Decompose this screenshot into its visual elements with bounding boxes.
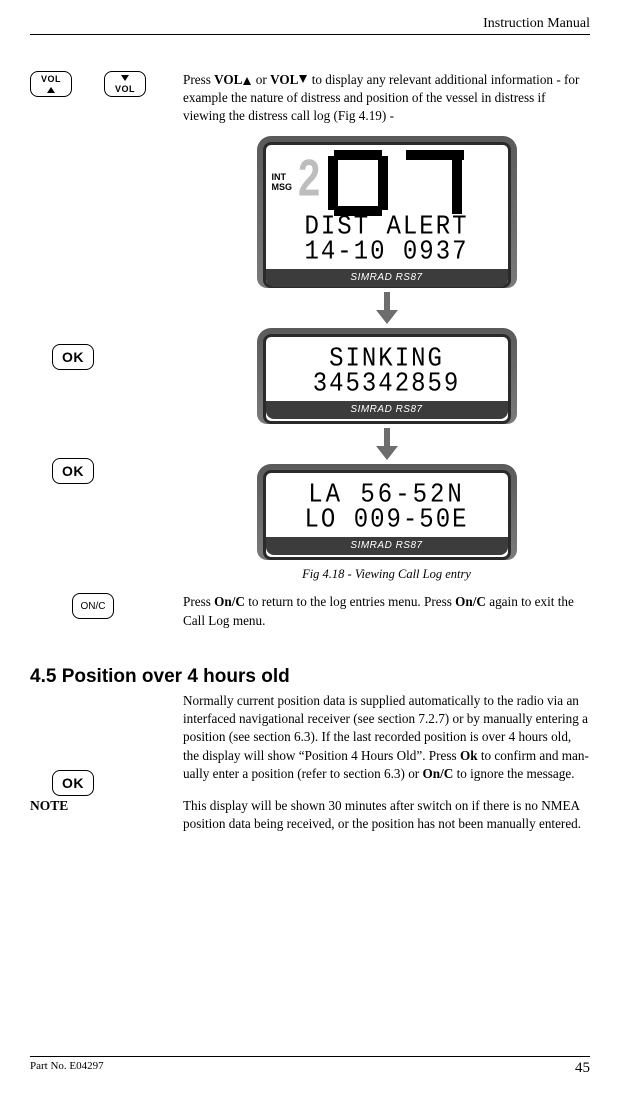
note-text: This display will be shown 30 minutes af… [183, 797, 590, 833]
lcd-screen-3: LA 56-52N LO 009-50E SIMRAD RS87 [257, 464, 517, 560]
figure-caption: Fig 4.18 - Viewing Call Log entry [302, 566, 471, 583]
ok-button[interactable]: OK [52, 458, 94, 484]
onc-paragraph: Press On/C to return to the log entries … [183, 593, 590, 629]
page: Instruction Manual VOL VOL Press VOL or … [0, 0, 620, 1095]
bold-onc: On/C [214, 594, 245, 609]
triangle-up-icon [243, 77, 251, 85]
page-footer: Part No. E04297 45 [30, 1056, 590, 1077]
bold-onc: On/C [455, 594, 486, 609]
section-heading: 4.5 Position over 4 hours old [30, 666, 590, 688]
triangle-up-icon [47, 87, 55, 93]
text: to return to the log entries menu. Press [245, 594, 455, 609]
onc-button[interactable]: ON/C [72, 593, 114, 619]
part-number: Part No. E04297 [30, 1060, 104, 1077]
triangle-down-icon [299, 75, 307, 83]
triangle-down-icon [121, 75, 129, 81]
text: or [252, 72, 270, 87]
ok-button[interactable]: OK [52, 344, 94, 370]
text: to ignore the message. [453, 766, 574, 781]
section-paragraph: Normally current position data is suppli… [183, 692, 590, 783]
lcd-screen-2: SINKING 345342859 SIMRAD RS87 [257, 328, 517, 424]
vol-up-label: VOL [41, 74, 61, 84]
vol-up-button[interactable]: VOL [30, 71, 72, 97]
intro-paragraph: Press VOL or VOL to display any relevant… [183, 71, 590, 126]
ok-button[interactable]: OK [52, 770, 94, 796]
bold-onc: On/C [423, 766, 454, 781]
lcd-line: 345342859 [272, 371, 502, 399]
text: Press [183, 594, 214, 609]
lcd-msg-label: MSG [272, 183, 293, 193]
vol-down-button[interactable]: VOL [104, 71, 146, 97]
note-row: NOTE This display will be shown 30 minut… [30, 797, 590, 833]
lcd-brand: SIMRAD RS87 [266, 401, 508, 419]
lcd-brand: SIMRAD RS87 [266, 537, 508, 555]
lcd-side-labels: INT MSG [272, 173, 293, 193]
arrow-down-icon [374, 428, 400, 462]
text: Press [183, 72, 214, 87]
lcd-line: LO 009-50E [272, 507, 502, 535]
onc-row: ON/C Press On/C to return to the log ent… [30, 593, 590, 629]
bold-vol: VOL [270, 72, 298, 87]
note-label: NOTE [30, 798, 68, 813]
lcd-line: 14-10 0937 [272, 239, 502, 267]
arrow-down-icon [374, 292, 400, 326]
section-row: OK Normally current position data is sup… [30, 692, 590, 783]
lcd-brand: SIMRAD RS87 [266, 269, 508, 287]
lcd-ghost-digit: 2 [298, 144, 320, 216]
page-number: 45 [575, 1060, 590, 1077]
lcd-big-digits [326, 148, 476, 218]
vol-button-group: VOL VOL [30, 71, 183, 97]
bold-vol: VOL [214, 72, 242, 87]
lcd-screens: INT MSG 2 [183, 136, 590, 584]
screens-row: OK OK INT MSG 2 [30, 126, 590, 584]
lcd-screen-1: INT MSG 2 [257, 136, 517, 288]
bold-ok: Ok [460, 748, 478, 763]
vol-down-label: VOL [115, 84, 135, 94]
page-header: Instruction Manual [30, 16, 590, 35]
intro-row: VOL VOL Press VOL or VOL to display any … [30, 71, 590, 126]
